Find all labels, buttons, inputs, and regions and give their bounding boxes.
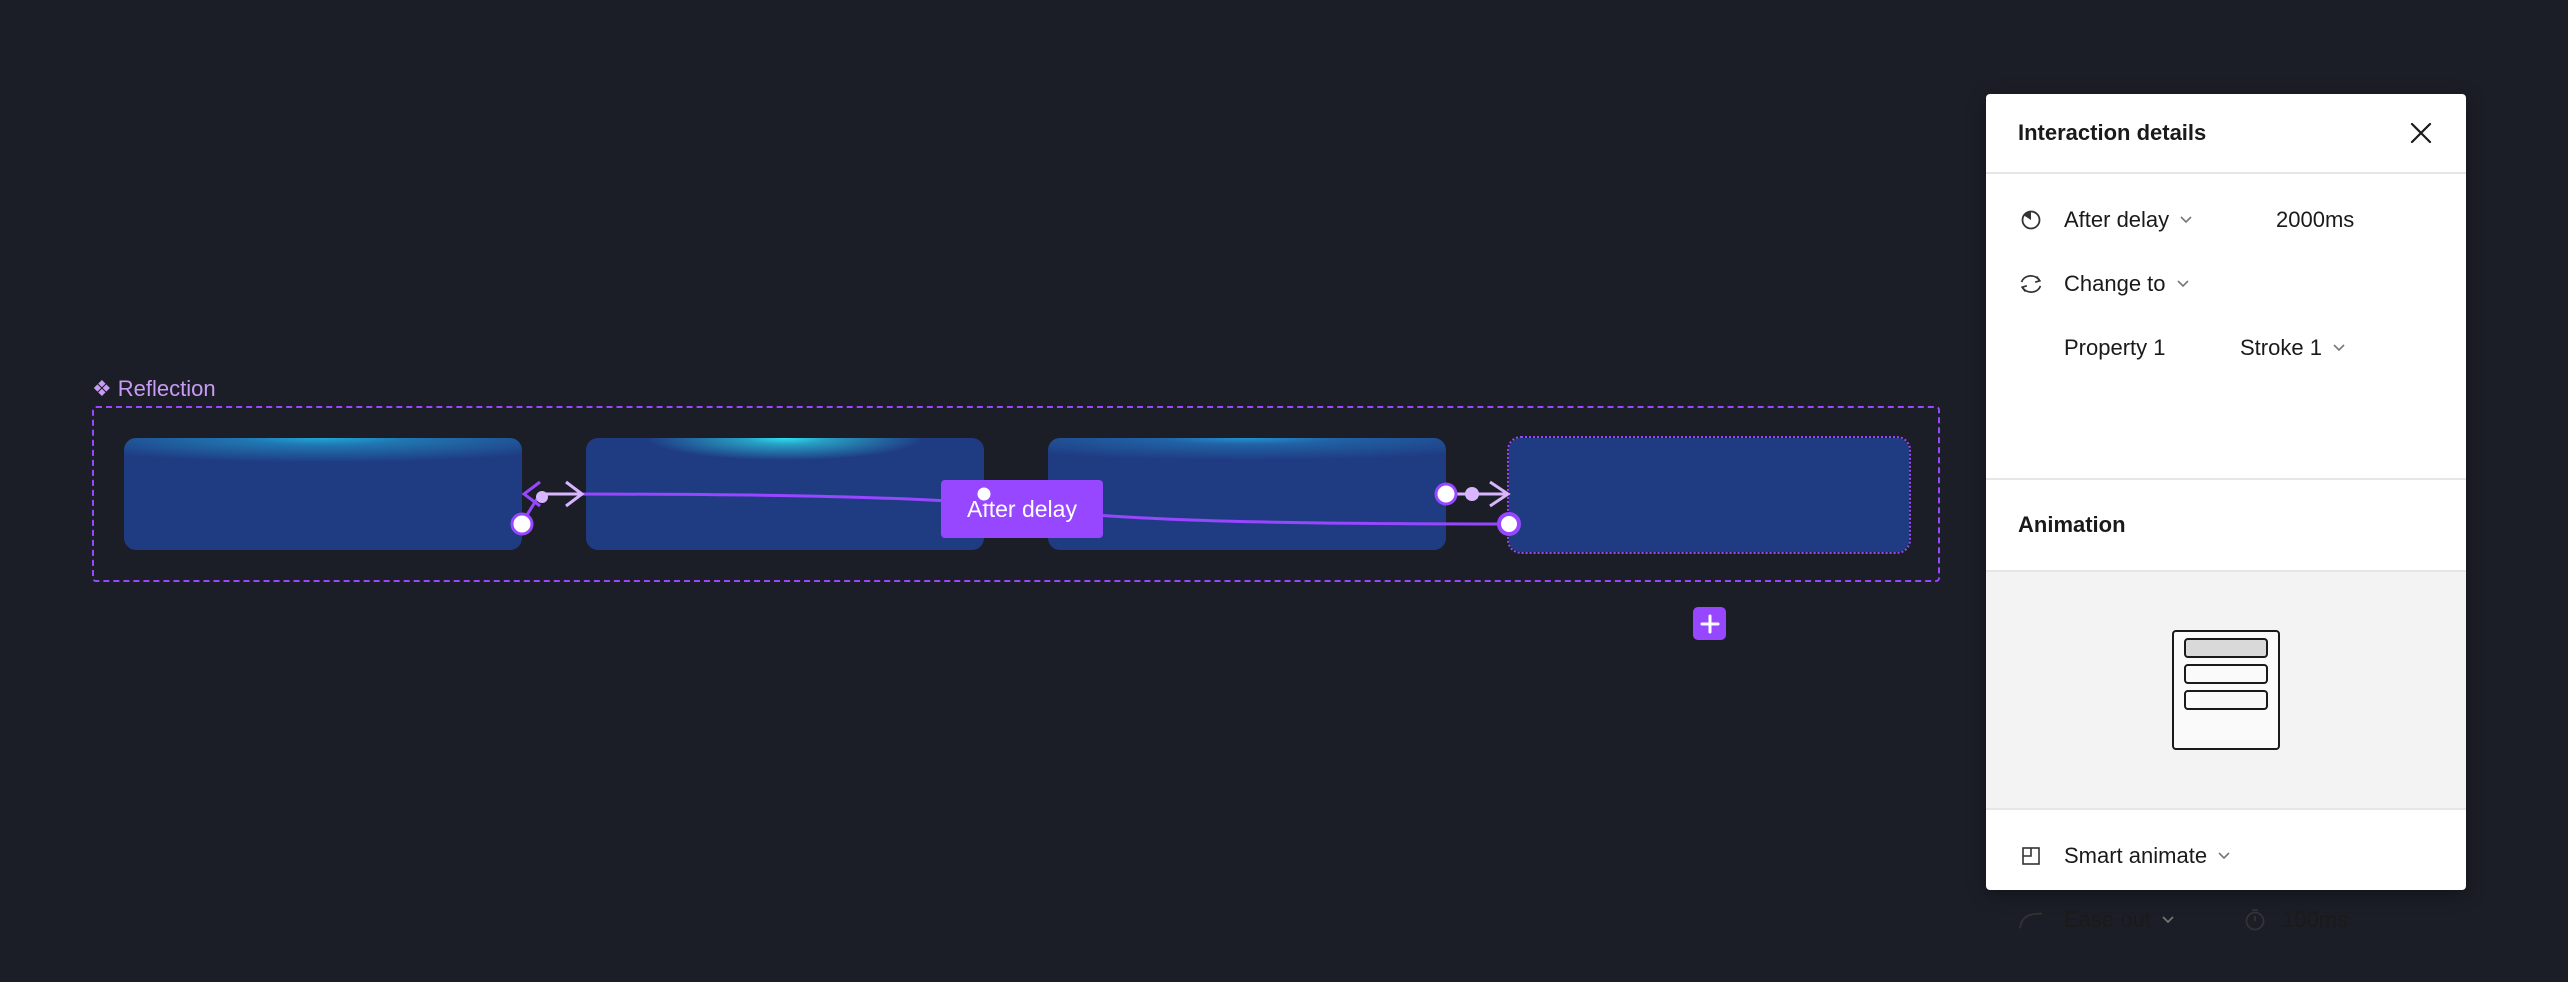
property-value-label: Stroke 1: [2240, 335, 2322, 360]
preview-bar-active: [2184, 638, 2268, 658]
chevron-down-icon: [2161, 915, 2175, 925]
connection-handle-end[interactable]: [1497, 512, 1521, 536]
plus-icon: [1700, 614, 1719, 633]
trigger-row: After delay 2000ms: [1986, 188, 2466, 252]
preview-device: [2172, 630, 2280, 750]
animation-type-row: Smart animate: [1986, 824, 2466, 888]
animation-type-label: Smart animate: [2064, 843, 2208, 868]
change-to-swap-icon: [2018, 271, 2044, 297]
panel-title: Interaction details: [2018, 120, 2207, 145]
chevron-down-icon: [2179, 215, 2193, 225]
connection-handle-start[interactable]: [510, 512, 534, 536]
interaction-section: After delay 2000ms Change to Property 1 …: [1986, 174, 2466, 480]
connection-joint-dot-right: [1465, 487, 1479, 501]
animation-type-dropdown[interactable]: Smart animate: [2064, 843, 2231, 869]
chip-handle-overlay: [974, 484, 994, 504]
action-row: Change to: [1986, 252, 2466, 316]
duration-input[interactable]: 100ms: [2282, 907, 2348, 933]
property-value-dropdown[interactable]: Stroke 1: [2240, 335, 2346, 361]
animation-preview: [1986, 572, 2466, 810]
trigger-chip[interactable]: After delay: [941, 480, 1103, 538]
delay-input[interactable]: 2000ms: [2276, 207, 2354, 233]
preview-bar: [2184, 690, 2268, 710]
connection-joint-dot: [536, 491, 548, 503]
connection-handle-right-start[interactable]: [1434, 482, 1458, 506]
duration-field[interactable]: 100ms: [2244, 907, 2348, 933]
chevron-down-icon: [2217, 851, 2231, 861]
property-row: Property 1 Stroke 1: [1986, 316, 2466, 380]
smart-animate-icon: [2018, 843, 2044, 869]
trigger-dropdown-label: After delay: [2064, 207, 2170, 232]
delay-clock-icon: [2018, 207, 2044, 233]
animation-section-header: Animation: [1986, 480, 2466, 572]
easing-row: Ease out 100ms: [1986, 888, 2466, 952]
chevron-down-icon: [2332, 343, 2346, 353]
close-button[interactable]: [2406, 118, 2436, 148]
panel-header: Interaction details: [1986, 94, 2466, 174]
timer-icon: [2245, 909, 2265, 931]
animation-title: Animation: [2018, 512, 2126, 537]
add-variant-button[interactable]: [1693, 607, 1726, 640]
interaction-details-panel: Interaction details After delay 2000ms C…: [1986, 94, 2466, 932]
property-name: Property 1: [2064, 335, 2166, 360]
preview-bar: [2184, 664, 2268, 684]
trigger-dropdown[interactable]: After delay: [2064, 207, 2193, 233]
action-dropdown[interactable]: Change to: [2064, 271, 2190, 297]
ease-curve-icon: [2018, 907, 2044, 933]
easing-label: Ease out: [2064, 907, 2151, 932]
action-dropdown-label: Change to: [2064, 271, 2166, 296]
easing-dropdown[interactable]: Ease out: [2064, 907, 2175, 933]
animation-settings: Smart animate Ease out 100ms: [1986, 810, 2466, 952]
chevron-down-icon: [2176, 279, 2190, 289]
close-icon: [2410, 122, 2432, 144]
